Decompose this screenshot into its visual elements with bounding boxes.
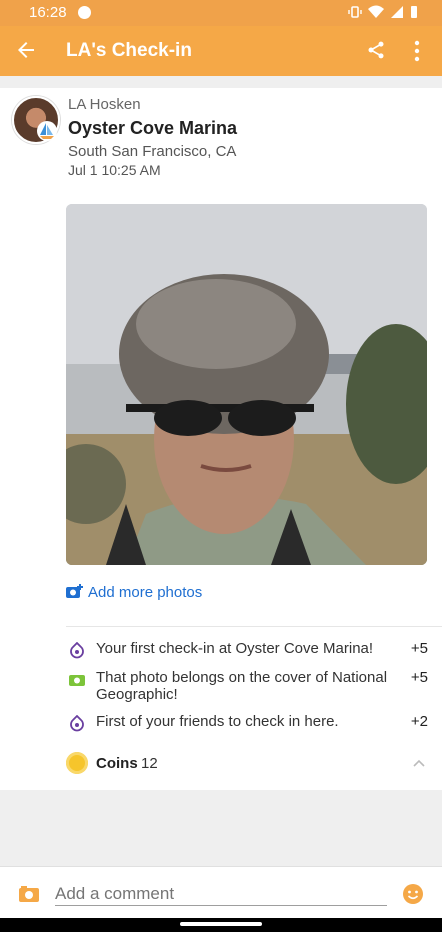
chevron-up-icon[interactable]: [412, 756, 426, 770]
sailboat-category-icon: [37, 121, 57, 141]
status-time: 16:28: [29, 4, 67, 21]
reward-row: First of your friends to check in here. …: [66, 713, 428, 733]
share-icon[interactable]: [366, 40, 386, 60]
reward-row: Your first check-in at Oyster Cove Marin…: [66, 640, 428, 660]
system-nav-bar: [0, 918, 442, 932]
coins-count: 12: [141, 755, 158, 772]
check-in-icon: [70, 642, 84, 659]
selfie-photo-image: [66, 204, 427, 565]
section-divider: [66, 626, 442, 627]
reward-points: +2: [410, 713, 428, 730]
friends-icon: [70, 715, 84, 732]
page-title: LA's Check-in: [66, 40, 192, 61]
add-more-photos-link[interactable]: Add more photos: [66, 582, 202, 602]
camera-icon[interactable]: [18, 885, 40, 903]
reward-text: Your first check-in at Oyster Cove Marin…: [96, 640, 374, 657]
notification-icon: [78, 6, 91, 19]
coins-summary[interactable]: Coins 12: [66, 752, 428, 776]
venue-location: South San Francisco, CA: [68, 143, 237, 160]
reward-points: +5: [410, 669, 428, 686]
user-name[interactable]: LA Hosken: [68, 96, 141, 113]
status-icons: [348, 5, 418, 19]
reward-points: +5: [410, 640, 428, 657]
checkin-photo[interactable]: [66, 204, 427, 565]
battery-icon: [411, 6, 417, 18]
reward-text: That photo belongs on the cover of Natio…: [96, 669, 388, 703]
wifi-icon: [368, 5, 384, 18]
signal-icon: [391, 6, 403, 18]
coin-icon: [66, 752, 88, 774]
more-options-icon[interactable]: [412, 40, 422, 62]
app-bar: LA's Check-in: [0, 26, 442, 76]
back-arrow-icon[interactable]: [14, 38, 38, 62]
status-bar: 16:28: [0, 0, 442, 26]
checkin-datetime: Jul 1 10:25 AM: [68, 162, 161, 178]
add-photo-icon: [66, 584, 83, 598]
vibrate-icon: [348, 6, 362, 18]
comment-composer: [0, 866, 442, 919]
home-gesture-pill[interactable]: [180, 922, 262, 926]
photo-reward-icon: [69, 675, 85, 686]
checkin-card: LA Hosken Oyster Cove Marina South San F…: [0, 88, 442, 790]
add-more-photos-label: Add more photos: [88, 583, 203, 601]
venue-name[interactable]: Oyster Cove Marina: [68, 118, 237, 139]
comment-input[interactable]: [55, 883, 387, 906]
coins-label: Coins: [96, 755, 138, 772]
emoji-icon[interactable]: [402, 883, 424, 905]
reward-row: That photo belongs on the cover of Natio…: [66, 669, 428, 705]
reward-text: First of your friends to check in here.: [96, 713, 339, 730]
